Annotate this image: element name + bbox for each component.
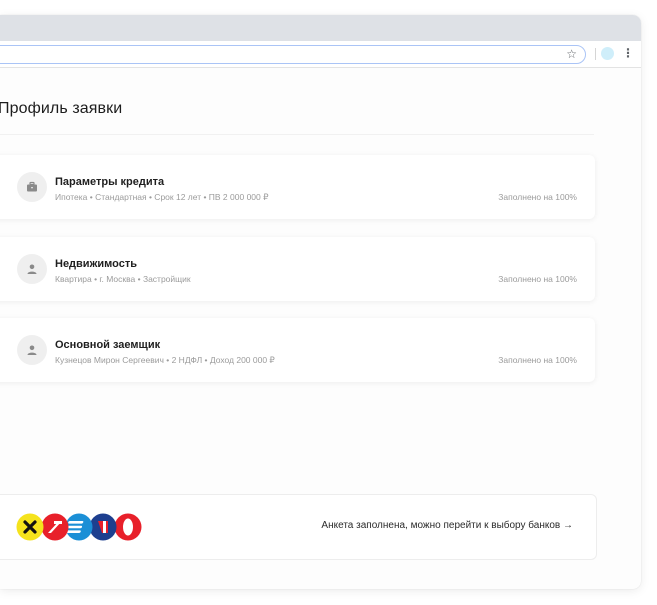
title-divider xyxy=(0,134,594,135)
card-property[interactable]: Недвижимость Квартира • г. Москва • Заст… xyxy=(0,237,595,301)
footer-message[interactable]: Анкета заполнена, можно перейти к выбору… xyxy=(321,520,573,531)
person-icon xyxy=(17,254,47,284)
profile-avatar[interactable] xyxy=(601,47,614,60)
arrow-bank-logo xyxy=(41,513,69,541)
lines-bank-logo xyxy=(65,513,93,541)
person-icon xyxy=(17,335,47,365)
address-bar[interactable]: ☆ xyxy=(0,45,586,64)
blue-bank-logo xyxy=(89,513,117,541)
page-title: Профиль заявки xyxy=(0,100,123,117)
card-title: Основной заемщик xyxy=(55,339,161,351)
card-subtitle: Кузнецов Мирон Сергеевич • 2 НДФЛ • Дохо… xyxy=(55,355,275,365)
card-subtitle: Ипотека • Стандартная • Срок 12 лет • ПВ… xyxy=(55,192,269,202)
x-bank-logo xyxy=(16,513,44,541)
browser-window: ☆ ⋮ Профиль заявки Параметры кредита Ипо… xyxy=(0,15,641,589)
card-title: Параметры кредита xyxy=(55,176,165,188)
browser-toolbar: ☆ ⋮ xyxy=(0,41,641,68)
briefcase-icon xyxy=(17,172,47,202)
star-icon[interactable]: ☆ xyxy=(566,46,577,63)
card-main-borrower[interactable]: Основной заемщик Кузнецов Мирон Сергееви… xyxy=(0,318,595,382)
card-title: Недвижимость xyxy=(55,258,137,270)
bank-logos xyxy=(16,513,142,541)
card-credit-parameters[interactable]: Параметры кредита Ипотека • Стандартная … xyxy=(0,155,595,219)
card-status: Заполнено на 100% xyxy=(498,274,577,284)
card-status: Заполнено на 100% xyxy=(498,355,577,365)
kebab-menu-icon[interactable]: ⋮ xyxy=(622,43,634,63)
toolbar-divider xyxy=(595,48,596,60)
red-ring-bank-logo xyxy=(114,513,142,541)
browser-tab-strip xyxy=(0,15,641,41)
card-subtitle: Квартира • г. Москва • Застройщик xyxy=(55,274,191,284)
card-status: Заполнено на 100% xyxy=(498,192,577,202)
footer-panel: Анкета заполнена, можно перейти к выбору… xyxy=(0,494,597,560)
